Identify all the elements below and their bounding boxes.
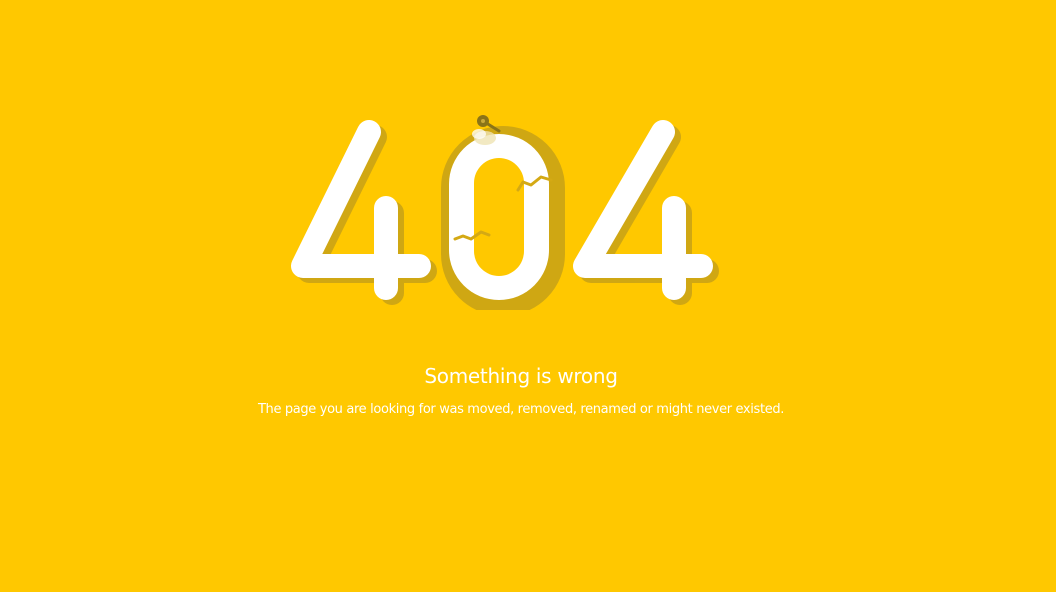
error-title: Something is wrong bbox=[424, 364, 618, 388]
digit-zero-broken bbox=[449, 129, 553, 300]
error-code-illustration bbox=[291, 115, 719, 310]
digit-four-right bbox=[573, 120, 713, 300]
error-404-graphic bbox=[285, 110, 725, 310]
error-message: The page you are looking for was moved, … bbox=[257, 402, 785, 417]
